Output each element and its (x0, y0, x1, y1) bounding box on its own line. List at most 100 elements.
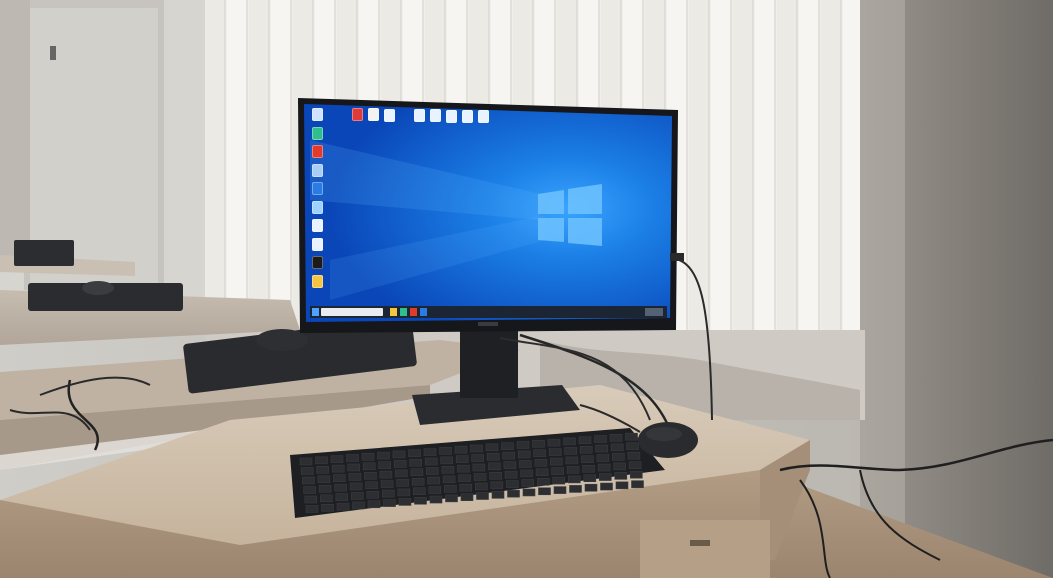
keyboard-key (534, 458, 548, 467)
rear-laptop (14, 240, 74, 266)
keyboard-key (304, 495, 318, 504)
keyboard-key (395, 469, 408, 478)
text-file-icon[interactable] (368, 108, 379, 122)
blind-slat (205, 0, 225, 330)
yandex-icon[interactable] (312, 182, 323, 195)
keyboard-key (472, 463, 486, 472)
keyboard-key (489, 472, 502, 480)
keyboard-key (536, 477, 550, 486)
keyboard-key (614, 472, 628, 480)
keyboard-key (408, 449, 421, 458)
blind-slat (711, 0, 731, 338)
system-tray-clock[interactable] (645, 308, 663, 316)
taskbar-search-box[interactable] (321, 308, 383, 316)
keyboard-key (316, 466, 330, 474)
keyboard-key (377, 451, 390, 460)
blind-slat (755, 0, 775, 334)
file-icon-1[interactable] (414, 108, 425, 122)
keyboard-key (629, 470, 643, 479)
keyboard-key (502, 451, 516, 460)
keyboard-key (474, 482, 488, 491)
start-button[interactable] (312, 308, 319, 316)
keyboard-key (352, 501, 365, 510)
keyboard-key (443, 485, 457, 493)
file-explorer-icon[interactable] (390, 308, 397, 316)
document-icon-2[interactable] (312, 237, 323, 251)
keyboard-key (503, 461, 517, 469)
monitor-brand-mark (478, 322, 498, 326)
yandex-taskbar-icon[interactable] (420, 308, 427, 316)
keyboard-key (501, 442, 514, 450)
keyboard-key (445, 494, 458, 503)
keyboard-key (615, 481, 629, 490)
keyboard-key (538, 487, 551, 496)
keyboard-key (579, 445, 593, 454)
keyboard-key (578, 436, 592, 445)
network-icon[interactable] (312, 163, 323, 177)
keyboard-key (366, 490, 380, 499)
keyboard-key (364, 471, 377, 480)
keyboard-key (392, 450, 406, 459)
keyboard-key (471, 454, 485, 462)
keyboard-key (424, 457, 438, 466)
keyboard-key (596, 454, 610, 462)
word-file-icon[interactable] (384, 108, 395, 122)
edge-icon[interactable] (312, 126, 323, 140)
keyboard-key (305, 505, 319, 513)
keyboard-key (516, 441, 530, 449)
keyboard-key (569, 485, 582, 493)
keyboard-key (378, 461, 392, 469)
keyboard-key (350, 492, 364, 500)
keyboard-key (597, 463, 611, 472)
keyboard-key (631, 480, 644, 488)
keyboard-key (594, 435, 607, 443)
keyboard-key (595, 444, 609, 453)
keyboard-key (439, 447, 452, 455)
keyboard-key (383, 499, 396, 507)
document-icon[interactable] (312, 219, 323, 232)
keyboard-key (553, 486, 567, 494)
file-icon-3[interactable] (446, 109, 457, 123)
keyboard-key (303, 486, 316, 494)
keyboard-key (331, 464, 345, 473)
keyboard-key (458, 474, 471, 482)
folder-icon[interactable] (312, 200, 323, 214)
keyboard-key (429, 495, 443, 504)
keyboard-key (548, 448, 562, 456)
keyboard-key (609, 434, 623, 442)
keyboard-key (581, 455, 594, 464)
folder-yellow-icon[interactable] (312, 274, 323, 288)
file-icon-4[interactable] (462, 109, 473, 123)
keyboard-key (566, 466, 580, 474)
keyboard-key (564, 447, 578, 455)
keyboard-key (535, 468, 549, 477)
keyboard-key (521, 479, 535, 487)
office-desk-photo (0, 0, 1053, 578)
keyboard-key (365, 481, 378, 490)
windows-taskbar (310, 306, 667, 318)
keyboard-key (486, 453, 500, 461)
k-app-icon[interactable] (312, 256, 323, 269)
app-taskbar-icon[interactable] (410, 308, 417, 316)
keyboard-key (319, 494, 333, 503)
keyboard-key (612, 453, 625, 461)
keyboard-key (565, 456, 579, 465)
keyboard-key (330, 455, 344, 463)
drawer-handle (690, 540, 710, 546)
edge-taskbar-icon[interactable] (400, 308, 407, 316)
keyboard-key (300, 467, 314, 475)
keyboard-key (532, 439, 545, 448)
keyboard-key (533, 449, 547, 458)
pdf-file-icon[interactable] (352, 108, 363, 121)
keyboard-key (625, 432, 638, 441)
file-icon-2[interactable] (430, 109, 441, 123)
app-red-icon[interactable] (312, 145, 323, 158)
keyboard-key (335, 493, 349, 501)
keyboard-key (613, 462, 626, 471)
recycle-bin-icon[interactable] (312, 108, 323, 121)
keyboard-key (490, 481, 504, 490)
keyboard-key (460, 493, 474, 501)
file-icon-5[interactable] (478, 110, 489, 124)
keyboard-key (491, 491, 505, 499)
keyboard-key (567, 475, 581, 484)
